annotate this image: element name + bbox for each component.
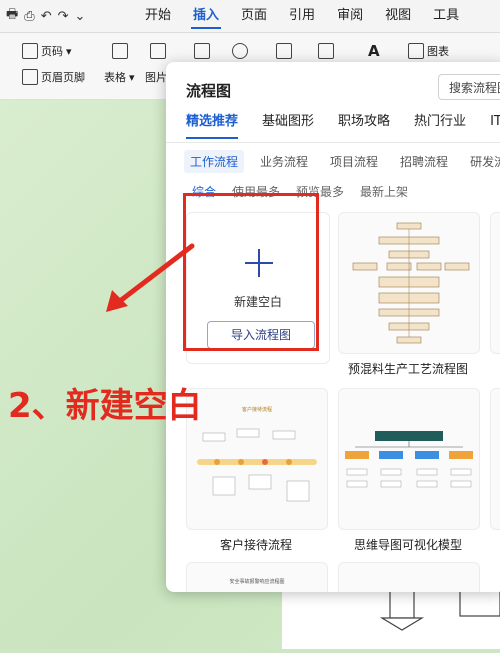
table-icon [112,43,128,59]
tab-featured[interactable]: 精选推荐 [186,110,239,139]
dialog-title: 流程图 [186,82,232,100]
print-icon[interactable]: 🖶 [6,5,18,27]
quick-access-toolbar: 🖶 ⎙ ↶ ↷ ⌄ [0,5,134,27]
picture-icon-button[interactable] [150,43,166,59]
tab-basic-shapes[interactable]: 基础图形 [262,110,314,129]
thumbnail-title: 安全事故报警响应流程图 [229,578,284,585]
table-label: 表格 [104,71,126,84]
template-thumbnail [345,431,473,488]
tab-it-internet[interactable]: IT互联网 [490,110,500,129]
wordart-icon[interactable]: A [368,43,384,59]
template-name: 客户接待流程 [219,538,292,552]
main-tabs: 精选推荐 基础图形 职场攻略 热门行业 IT互联网 [186,110,500,139]
header-footer-button[interactable]: 页眉页脚 [22,69,85,85]
template-thumbnail: 客户接待流程 [197,406,317,502]
chevron-down-icon[interactable]: ⌄ [75,9,86,24]
tab-references[interactable]: 引用 [278,0,326,32]
tab-page[interactable]: 页面 [230,0,278,32]
tab-review[interactable]: 审阅 [326,0,374,32]
chart-button[interactable]: 图表 [408,43,449,59]
shapes-icon[interactable] [232,43,248,59]
template-card-partial[interactable] [338,562,480,592]
tab-insert[interactable]: 插入 [182,0,230,32]
redo-icon[interactable]: ↷ [58,9,69,24]
picture-label: 图片 [145,71,167,84]
header-footer-label: 页眉页脚 [41,71,85,84]
textbox-icon[interactable] [318,43,334,59]
template-card[interactable] [338,212,480,354]
undo-icon[interactable]: ↶ [41,9,52,24]
chevron-down-icon: ▾ [129,70,135,84]
smartart-icon[interactable] [276,43,292,59]
sub-tabs: 工作流程 业务流程 项目流程 招聘流程 研发流程 [184,150,500,173]
tabs-divider [166,142,500,143]
picture-icon [150,43,166,59]
sort-newest[interactable]: 最新上架 [360,183,408,200]
subtab-project-process[interactable]: 项目流程 [324,150,384,173]
page-number-button[interactable]: 页码 ▾ [22,43,72,59]
subtab-work-process[interactable]: 工作流程 [184,150,245,173]
tab-hot-industries[interactable]: 热门行业 [414,110,466,129]
chart-icon [408,43,424,59]
chart-label: 图表 [427,45,449,58]
template-name: 预混料生产工艺流程图 [347,362,468,376]
tab-workplace[interactable]: 职场攻略 [338,110,390,129]
tab-tools[interactable]: 工具 [422,0,470,32]
template-name: 思维导图可视化模型 [353,538,462,552]
ribbon-tabs: 开始 插入 页面 引用 审阅 视图 工具 [134,0,470,32]
subtab-recruit-process[interactable]: 招聘流程 [394,150,454,173]
template-card-partial[interactable] [490,388,500,530]
page-number-label: 页码 [41,45,63,58]
subtab-rnd-process[interactable]: 研发流程 [464,150,500,173]
screenshot-icon[interactable] [194,43,210,59]
template-card-partial[interactable] [490,212,500,354]
table-button[interactable]: 表格 ▾ [104,69,135,85]
template-thumbnail [352,222,470,344]
template-card[interactable] [338,388,480,530]
header-footer-icon [22,69,38,85]
print-preview-icon[interactable]: ⎙ [24,9,34,24]
template-card[interactable]: 客户接待流程 [186,388,328,530]
subtab-business-process[interactable]: 业务流程 [254,150,314,173]
thumbnail-title: 客户接待流程 [242,406,272,413]
annotation-text: 2、新建空白 [8,386,202,426]
page-number-icon [22,43,38,59]
search-input[interactable]: 搜索流程图 [438,74,500,100]
tab-home[interactable]: 开始 [134,0,182,32]
template-card-partial[interactable]: 安全事故报警响应流程图 [186,562,328,592]
tab-view[interactable]: 视图 [374,0,422,32]
menubar: 🖶 ⎙ ↶ ↷ ⌄ 开始 插入 页面 引用 审阅 视图 工具 [0,0,500,33]
highlight-box [183,193,319,351]
annotation-arrow-icon [106,243,195,312]
table-icon-button[interactable] [112,43,128,59]
picture-button[interactable]: 图片 [145,69,167,85]
chevron-down-icon: ▾ [66,44,72,58]
